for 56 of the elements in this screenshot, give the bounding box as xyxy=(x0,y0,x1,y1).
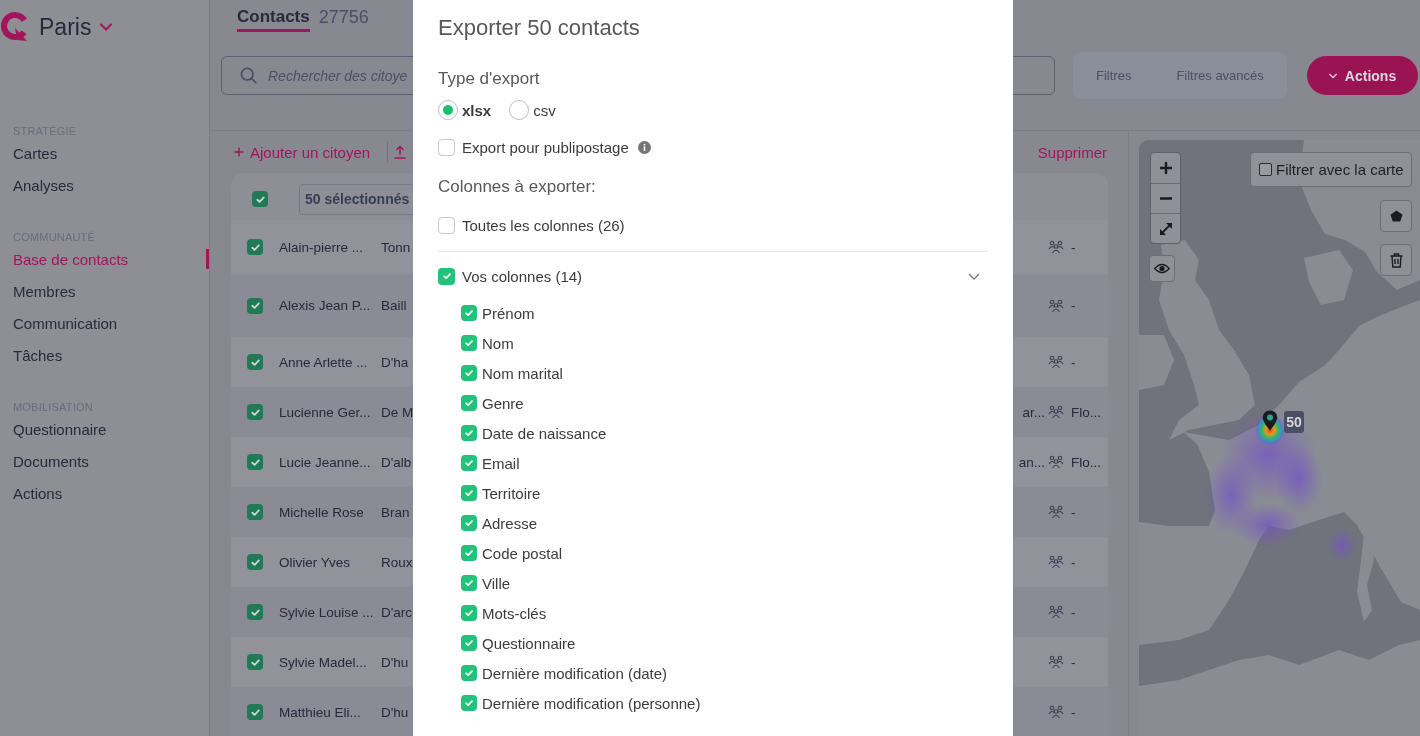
checkbox-label: Toutes les colonnes (26) xyxy=(462,216,625,234)
table-cell: Olivier Yves xyxy=(279,554,351,570)
table-cell: Michelle Rose xyxy=(279,504,364,520)
checkbox-label: Dernière modification (date) xyxy=(482,664,668,682)
table-cell: Flo... xyxy=(1071,454,1101,470)
table-cell: - xyxy=(1071,654,1076,670)
checkbox-label: Prénom xyxy=(482,304,535,322)
dialog-title: Exporter 50 contacts xyxy=(438,14,640,42)
checkbox-label: Vos colonnes (14) xyxy=(462,267,583,285)
table-cell: Tonn xyxy=(381,239,411,255)
table-cell: Roux xyxy=(381,554,413,570)
table-cell: Sylvie Louise ... xyxy=(279,604,374,620)
checkbox-label: Mots-clés xyxy=(482,604,547,622)
table-cell: Matthieu Eli... xyxy=(279,704,361,720)
table-cell: D'ha xyxy=(381,354,409,370)
table-cell: Flo... xyxy=(1071,404,1101,420)
table-cell: - xyxy=(1071,704,1076,720)
checkbox-label: Genre xyxy=(482,394,524,412)
table-cell: - xyxy=(1071,298,1076,313)
checkbox-label: Date de naissance xyxy=(482,424,607,442)
checkbox-label: Code postal xyxy=(482,544,563,562)
table-cell: ar... xyxy=(1022,404,1045,420)
table-cell: D'arc xyxy=(381,604,413,620)
checkbox-label: Nom marital xyxy=(482,364,563,382)
table-cell: - xyxy=(1071,604,1076,620)
table-cell: Bran xyxy=(381,504,410,520)
table-cell: D'hu xyxy=(381,654,409,670)
checkbox-label: Dernière modification (personne) xyxy=(482,694,701,712)
contacts-count: 27756 xyxy=(318,6,369,29)
radio-label: csv xyxy=(533,101,556,119)
table-cell: Lucie Jeanne... xyxy=(279,454,371,470)
table-cell: Lucienne Ger... xyxy=(279,404,371,420)
table-cell: - xyxy=(1071,504,1076,520)
table-cell: an... xyxy=(1018,454,1045,470)
checkbox-label: Territoire xyxy=(482,484,541,502)
table-cell: Alexis Jean P... xyxy=(279,298,371,313)
table-cell: Baill xyxy=(381,298,407,313)
table-cell: Sylvie Madel... xyxy=(279,654,367,670)
checkbox-label: Questionnaire xyxy=(482,634,576,652)
checkbox-label: Email xyxy=(482,454,520,472)
radio-label: xlsx xyxy=(462,101,492,119)
table-cell: D'alb xyxy=(381,454,412,470)
export-type-label: Type d'export xyxy=(438,68,540,90)
checkbox-label: Adresse xyxy=(482,514,538,532)
table-cell: - xyxy=(1071,354,1076,370)
table-cell: Alain-pierre ... xyxy=(279,239,364,255)
table-cell: Anne Arlette ... xyxy=(279,354,368,370)
map-filter-label: Filtrer avec la carte xyxy=(1276,161,1404,178)
checkbox-label: Ville xyxy=(482,574,511,592)
table-cell: D'hu xyxy=(381,704,409,720)
table-cell: - xyxy=(1071,239,1076,255)
checkbox-label: Nom xyxy=(482,334,514,352)
table-cell: De M xyxy=(381,404,414,420)
checkbox-label: Export pour publipostage xyxy=(462,138,629,156)
columns-label: Colonnes à exporter: xyxy=(438,176,596,198)
table-cell: - xyxy=(1071,554,1076,570)
